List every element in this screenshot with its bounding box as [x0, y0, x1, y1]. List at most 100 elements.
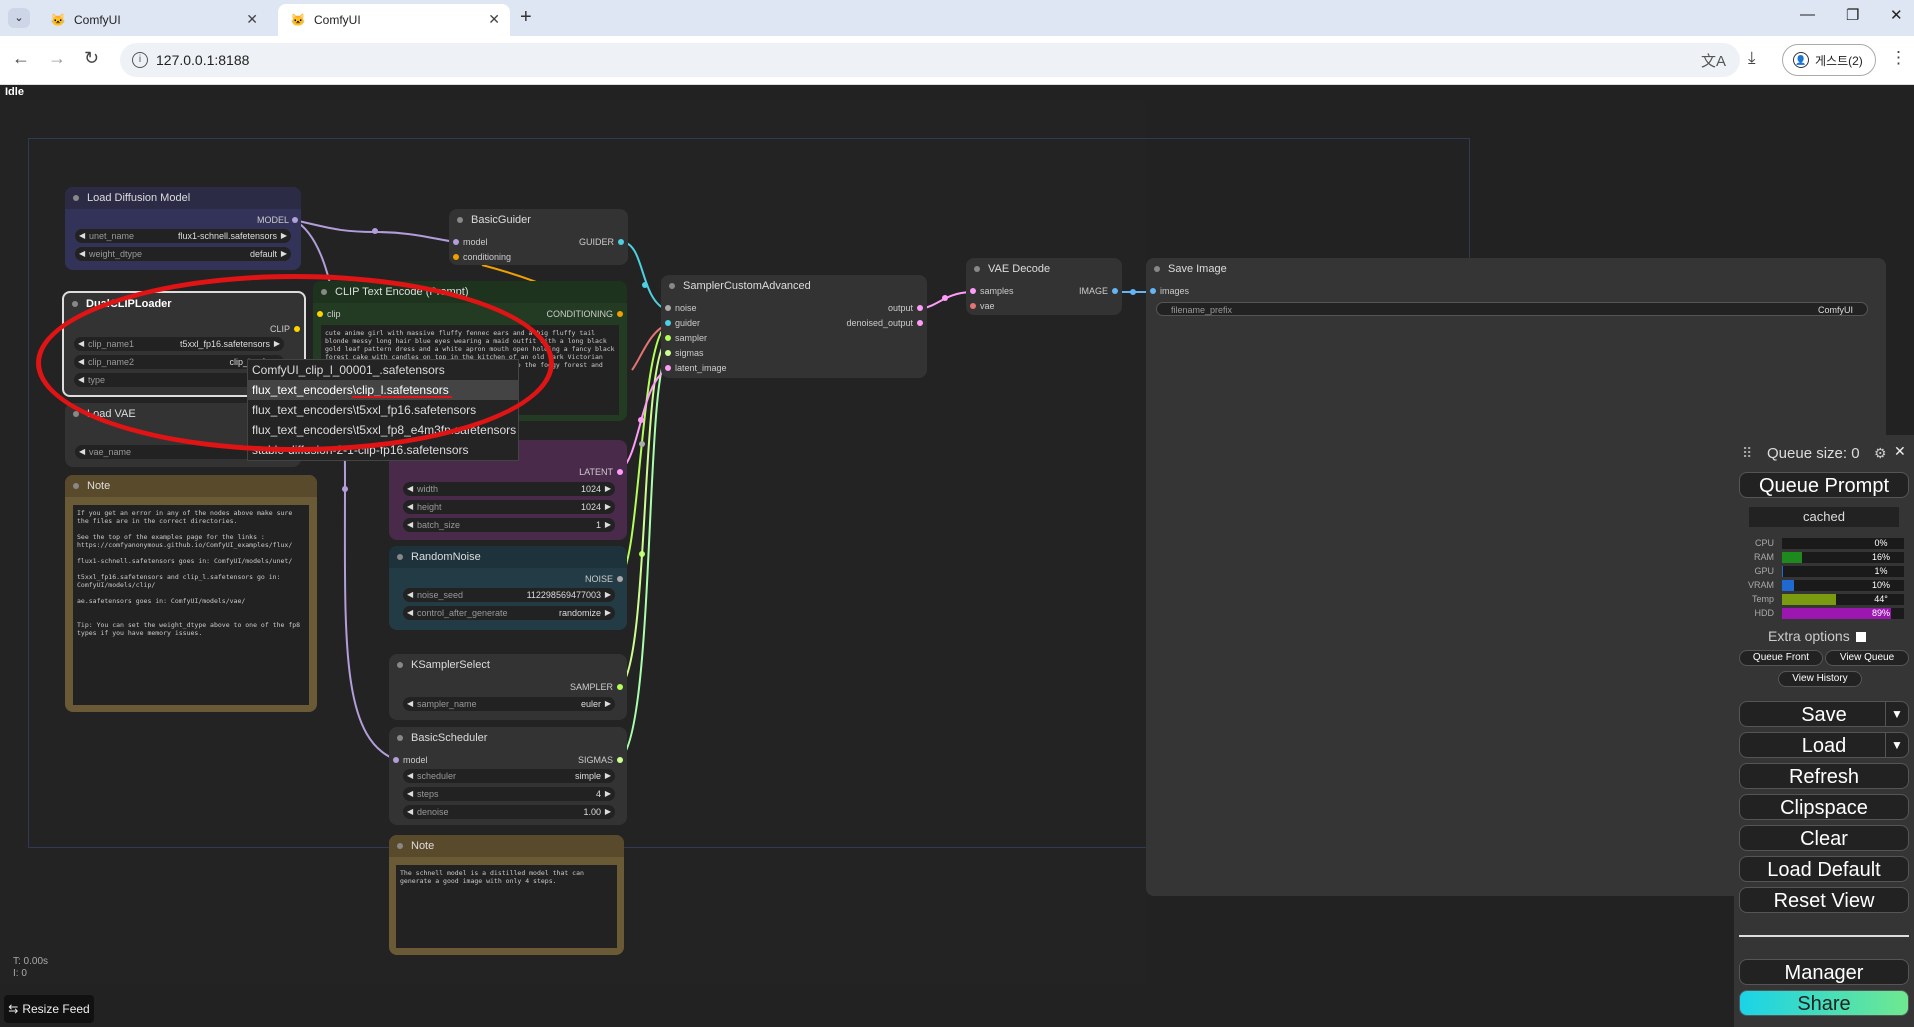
input-label: noise: [675, 303, 697, 313]
input-slot-vae[interactable]: [970, 303, 976, 309]
input-slot-sampler[interactable]: [665, 335, 671, 341]
widget-weight-dtype[interactable]: ◀ weight_dtype default ▶: [75, 247, 291, 261]
widget-unet-name[interactable]: ◀ unet_name flux1-schnell.safetensors ▶: [75, 229, 291, 243]
manager-button[interactable]: Manager: [1739, 959, 1909, 985]
node-title[interactable]: BasicGuider: [449, 209, 628, 231]
extra-options-toggle[interactable]: Extra options: [1768, 628, 1866, 644]
node-title[interactable]: RandomNoise: [389, 546, 627, 568]
refresh-button[interactable]: Refresh: [1739, 763, 1909, 789]
input-label: model: [463, 237, 488, 247]
input-label: images: [1160, 286, 1190, 296]
reset-view-button[interactable]: Reset View: [1739, 887, 1909, 913]
input-slot-model[interactable]: [453, 239, 459, 245]
decrement-icon[interactable]: ◀: [79, 231, 85, 240]
input-label: sampler: [675, 333, 708, 343]
clear-button[interactable]: Clear: [1739, 825, 1909, 851]
output-slot[interactable]: [617, 684, 623, 690]
output-slot[interactable]: [1112, 288, 1118, 294]
node-note-2[interactable]: Note The schnell model is a distilled mo…: [389, 835, 624, 955]
widget-sampler-name[interactable]: ◀ sampler_name euler ▶: [403, 697, 615, 711]
input-slot-sigmas[interactable]: [665, 350, 671, 356]
queue-prompt-button[interactable]: Queue Prompt: [1739, 472, 1909, 498]
widget-steps[interactable]: ◀ steps 4 ▶: [403, 787, 615, 801]
gear-icon[interactable]: ⚙: [1874, 445, 1887, 462]
output-label: SIGMAS: [577, 755, 613, 765]
widget-filename-prefix[interactable]: filename_prefix ComfyUI: [1156, 302, 1868, 316]
queue-size: Queue size: 0: [1767, 445, 1860, 462]
view-queue-button[interactable]: View Queue: [1825, 650, 1909, 666]
output-label: CONDITIONING: [546, 309, 614, 319]
drag-handle-icon[interactable]: ⠿: [1742, 445, 1752, 462]
load-button[interactable]: Load ▼: [1739, 732, 1909, 758]
node-sampler-custom-advanced[interactable]: SamplerCustomAdvanced noise guider sampl…: [661, 275, 927, 378]
extra-options-checkbox[interactable]: [1855, 632, 1866, 643]
input-label: conditioning: [463, 252, 512, 262]
widget-scheduler[interactable]: ◀ scheduler simple ▶: [403, 769, 615, 783]
node-title[interactable]: Note: [65, 475, 317, 497]
input-label: sigmas: [675, 348, 704, 358]
resize-feed-button[interactable]: ⇆ Resize Feed: [4, 995, 94, 1023]
widget-control-after-generate[interactable]: ◀ control_after_generate randomize ▶: [403, 606, 615, 620]
input-slot-conditioning[interactable]: [453, 254, 459, 260]
widget-batch-size[interactable]: ◀ batch_size 1 ▶: [403, 518, 615, 532]
node-ksampler-select[interactable]: KSamplerSelect SAMPLER ◀ sampler_name eule…: [389, 654, 627, 720]
node-title[interactable]: Note: [389, 835, 624, 857]
output-slot[interactable]: [617, 757, 623, 763]
note-text[interactable]: If you get an error in any of the nodes …: [73, 505, 309, 705]
node-title[interactable]: KSamplerSelect: [389, 654, 627, 676]
node-load-diffusion-model[interactable]: Load Diffusion Model MODEL ◀ unet_name f…: [65, 187, 301, 270]
output-slot[interactable]: [617, 469, 623, 475]
output-slot[interactable]: [292, 217, 298, 223]
output-slot[interactable]: [617, 576, 623, 582]
increment-icon[interactable]: ▶: [281, 231, 287, 240]
output-label: output: [887, 303, 913, 313]
stat-temp: Temp 44°: [1744, 594, 1904, 606]
decrement-icon[interactable]: ◀: [79, 249, 85, 258]
input-label: latent_image: [675, 363, 727, 373]
node-vae-decode[interactable]: VAE Decode samples vae IMAGE: [966, 258, 1122, 315]
node-title[interactable]: BasicScheduler: [389, 727, 627, 749]
input-slot-noise[interactable]: [665, 305, 671, 311]
resize-icon: ⇆: [8, 1002, 19, 1016]
note-text[interactable]: The schnell model is a distilled model t…: [396, 865, 617, 948]
increment-icon[interactable]: ▶: [281, 249, 287, 258]
output-slot[interactable]: [618, 239, 624, 245]
widget-noise-seed[interactable]: ◀ noise_seed 112298569477003 ▶: [403, 588, 615, 602]
widget-height[interactable]: ◀ height 1024 ▶: [403, 500, 615, 514]
output-label: denoised_output: [846, 318, 913, 328]
input-slot-images[interactable]: [1150, 288, 1156, 294]
widget-width[interactable]: ◀ width 1024 ▶: [403, 482, 615, 496]
input-label: model: [403, 755, 428, 765]
stat-ram: RAM 16%: [1744, 552, 1904, 564]
input-label: vae: [980, 301, 995, 311]
node-title[interactable]: Load Diffusion Model: [65, 187, 301, 209]
input-slot-guider[interactable]: [665, 320, 671, 326]
node-title[interactable]: SamplerCustomAdvanced: [661, 275, 927, 297]
output-slot[interactable]: [617, 311, 623, 317]
widget-denoise[interactable]: ◀ denoise 1.00 ▶: [403, 805, 615, 819]
output-slot-output[interactable]: [917, 305, 923, 311]
queue-front-button[interactable]: Queue Front: [1739, 650, 1823, 666]
save-dropdown-icon[interactable]: ▼: [1885, 702, 1908, 726]
view-history-button[interactable]: View History: [1778, 671, 1862, 687]
stat-cpu: CPU 0%: [1744, 538, 1904, 550]
output-label: GUIDER: [578, 237, 614, 247]
save-button[interactable]: Save ▼: [1739, 701, 1909, 727]
node-title[interactable]: Save Image: [1146, 258, 1886, 280]
input-slot-samples[interactable]: [970, 288, 976, 294]
input-slot-latent[interactable]: [665, 365, 671, 371]
node-title[interactable]: VAE Decode: [966, 258, 1122, 280]
node-random-noise[interactable]: RandomNoise NOISE ◀ noise_seed 11229856947…: [389, 546, 627, 630]
load-default-button[interactable]: Load Default: [1739, 856, 1909, 882]
load-dropdown-icon[interactable]: ▼: [1885, 733, 1908, 757]
node-note-1[interactable]: Note If you get an error in any of the n…: [65, 475, 317, 712]
stat-hdd: HDD 89%: [1744, 608, 1904, 620]
input-slot-model[interactable]: [393, 757, 399, 763]
node-basic-scheduler[interactable]: BasicScheduler model SIGMAS ◀ scheduler si…: [389, 727, 627, 825]
node-basic-guider[interactable]: BasicGuider model conditioning GUIDER: [449, 209, 628, 265]
share-button[interactable]: Share: [1739, 990, 1909, 1016]
clipspace-button[interactable]: Clipspace: [1739, 794, 1909, 820]
close-icon[interactable]: ✕: [1894, 443, 1906, 460]
comfy-menu-panel: ⠿ Queue size: 0 ⚙ ✕ Queue Prompt cached …: [1734, 435, 1914, 1027]
output-slot-denoised[interactable]: [917, 320, 923, 326]
